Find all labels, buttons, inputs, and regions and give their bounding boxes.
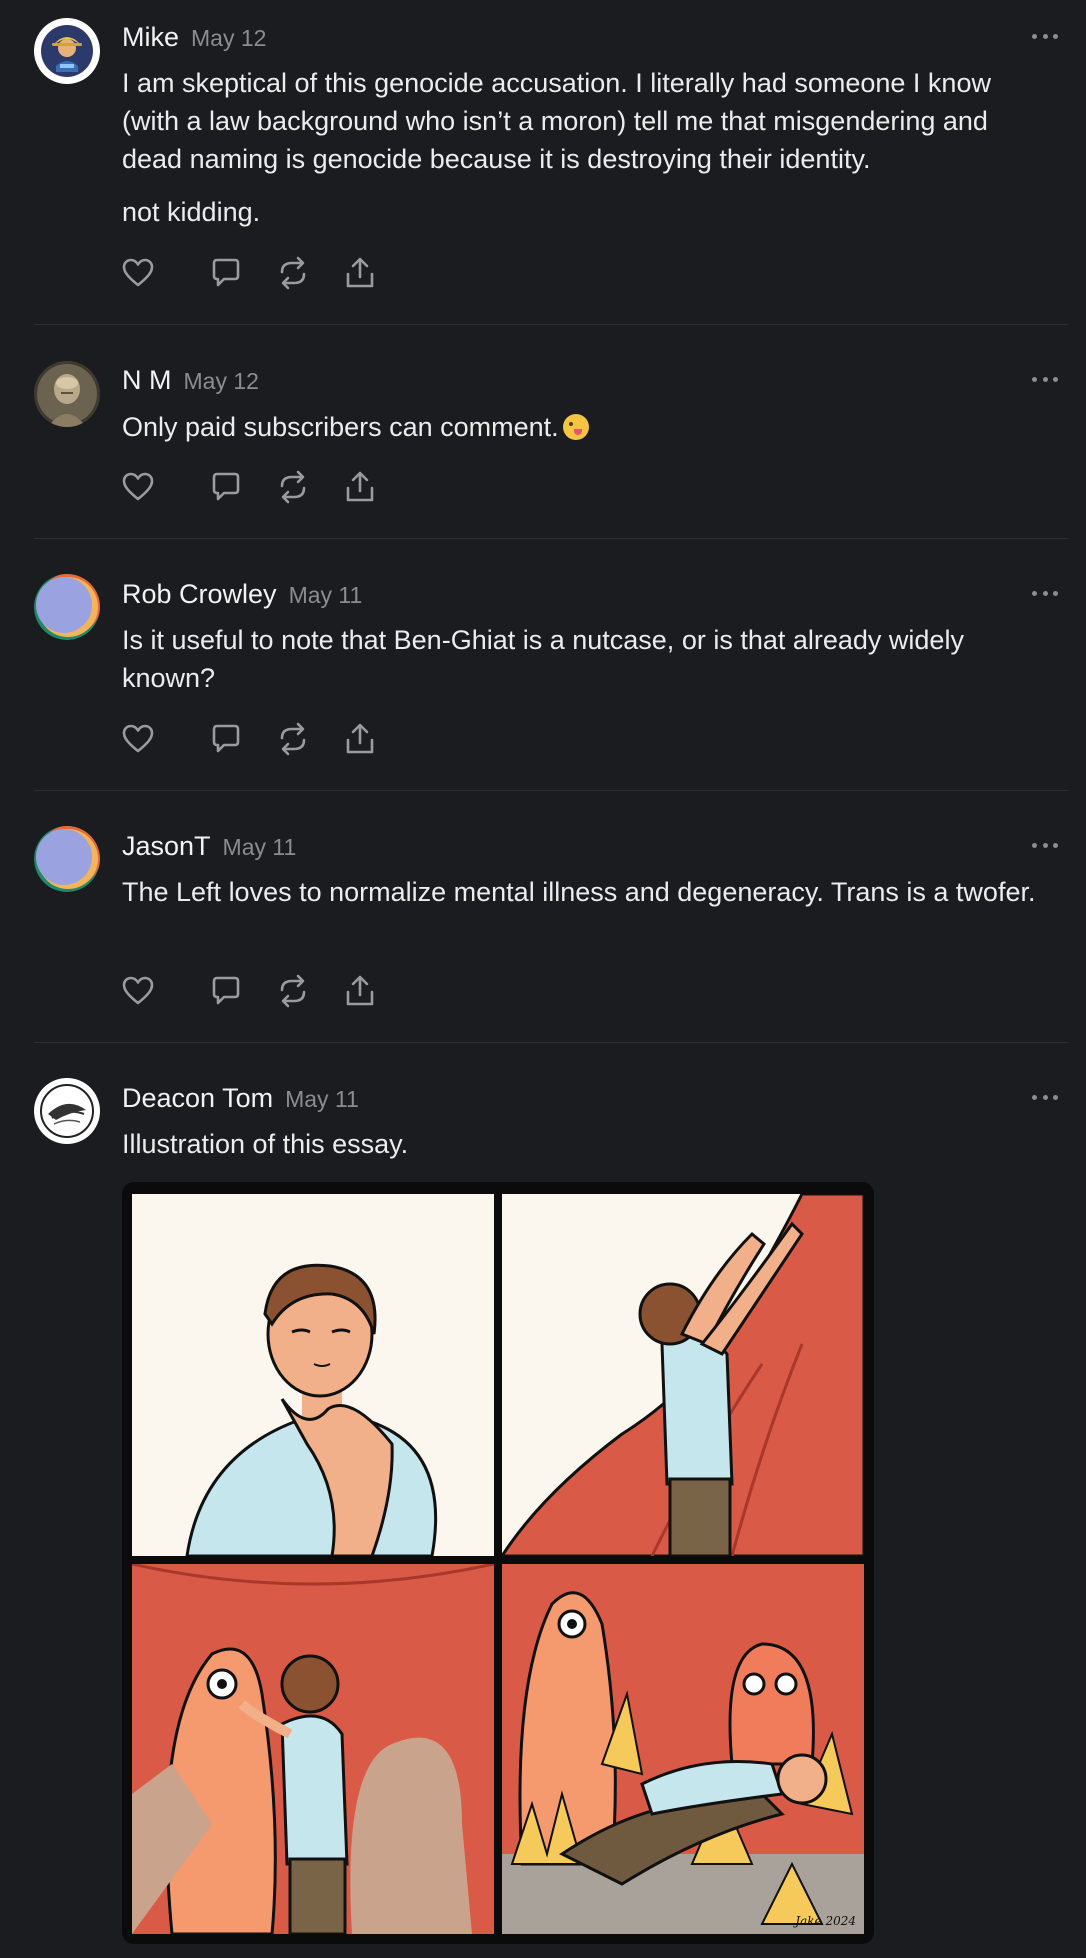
avatar[interactable]	[34, 361, 100, 427]
reply-comment-icon[interactable]	[208, 255, 244, 291]
comment-paragraph: Is it useful to note that Ben-Ghiat is a…	[122, 625, 964, 693]
avatar[interactable]	[34, 574, 100, 640]
more-options-icon[interactable]	[1032, 374, 1058, 384]
comment-body: The Left loves to normalize mental illne…	[122, 873, 1042, 911]
comment-rob-crowley: Rob Crowley May 11 Is it useful to note t…	[0, 539, 1086, 791]
more-options-icon[interactable]	[1032, 31, 1058, 41]
comic-panel-thinking	[132, 1194, 494, 1556]
avatar[interactable]	[34, 18, 100, 84]
comment-date: May 11	[288, 582, 363, 608]
like-heart-icon[interactable]	[120, 469, 156, 505]
share-icon[interactable]	[342, 255, 378, 291]
comment-paragraph: not kidding.	[122, 197, 261, 227]
like-heart-icon[interactable]	[120, 255, 156, 291]
comment-date: May 12	[191, 25, 267, 51]
more-options-icon[interactable]	[1032, 840, 1058, 850]
comment-jasont: JasonT May 11 The Left loves to normalize…	[0, 791, 1086, 1043]
comment-body: Is it useful to note that Ben-Ghiat is a…	[122, 621, 1042, 697]
zany-face-emoji-icon	[562, 414, 589, 440]
share-icon[interactable]	[342, 721, 378, 757]
comment-actions	[120, 721, 420, 757]
share-icon[interactable]	[342, 469, 378, 505]
comment-actions	[120, 973, 420, 1009]
comment-body: Only paid subscribers can comment.	[122, 408, 1042, 446]
more-options-icon[interactable]	[1032, 1092, 1058, 1102]
comment-author[interactable]: Deacon Tom May 11	[122, 1083, 359, 1114]
comment-paragraph: The Left loves to normalize mental illne…	[122, 877, 1036, 907]
share-icon[interactable]	[342, 973, 378, 1009]
comment-author[interactable]: N M May 12	[122, 365, 259, 396]
reply-comment-icon[interactable]	[208, 721, 244, 757]
avatar[interactable]	[34, 826, 100, 892]
restack-icon[interactable]	[275, 973, 311, 1009]
comment-author[interactable]: Mike May 12	[122, 22, 266, 53]
restack-icon[interactable]	[275, 721, 311, 757]
comment-n-m: N M May 12 Only paid subscribers can comm…	[0, 325, 1086, 539]
comic-panel-curtain	[502, 1194, 864, 1556]
comment-actions	[120, 255, 420, 291]
comment-paragraph: Only paid subscribers can comment.	[122, 412, 559, 442]
comment-body: I am skeptical of this genocide accusati…	[122, 64, 1042, 231]
like-heart-icon[interactable]	[120, 973, 156, 1009]
comic-panel-drawing	[132, 1564, 494, 1934]
comment-date: May 11	[222, 834, 297, 860]
like-heart-icon[interactable]	[120, 721, 156, 757]
reply-comment-icon[interactable]	[208, 469, 244, 505]
comment-mike: Mike May 12 I am skeptical of this genoci…	[0, 0, 1086, 325]
restack-icon[interactable]	[275, 255, 311, 291]
comment-author[interactable]: Rob Crowley May 11	[122, 579, 362, 610]
comment-actions	[120, 469, 420, 505]
restack-icon[interactable]	[275, 469, 311, 505]
comment-date: May 12	[183, 368, 259, 394]
comment-date: May 11	[285, 1086, 359, 1112]
comic-illustration[interactable]: Jake 2024	[122, 1182, 874, 1944]
comic-signature: Jake 2024	[795, 1914, 856, 1928]
comic-panel-fire: Jake 2024	[502, 1564, 864, 1934]
comment-author[interactable]: JasonT May 11	[122, 831, 296, 862]
comment-body: Illustration of this essay.	[122, 1125, 1042, 1163]
comment-paragraph: Illustration of this essay.	[122, 1129, 409, 1159]
more-options-icon[interactable]	[1032, 588, 1058, 598]
avatar[interactable]	[34, 1078, 100, 1144]
comment-paragraph: I am skeptical of this genocide accusati…	[122, 68, 991, 174]
reply-comment-icon[interactable]	[208, 973, 244, 1009]
